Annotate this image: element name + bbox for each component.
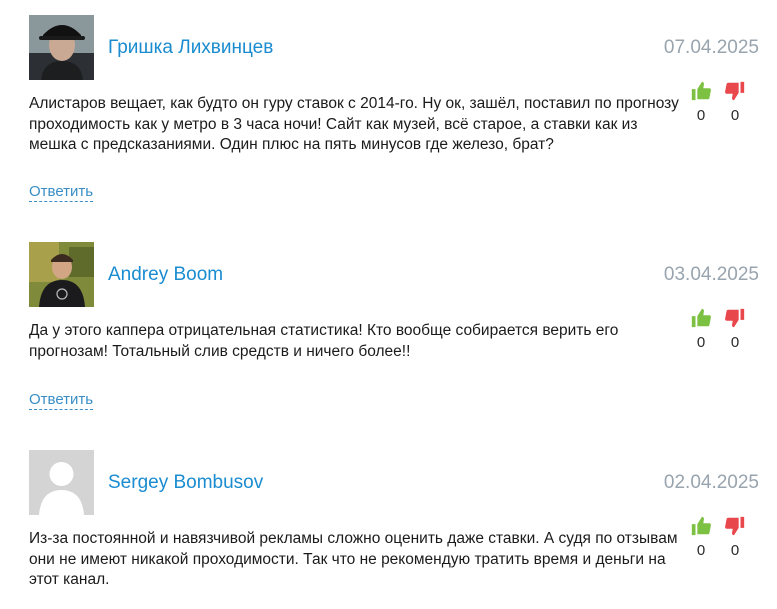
- vote-panel: 0 0: [688, 80, 752, 130]
- dislike-count: 0: [730, 107, 740, 124]
- user-avatar: [29, 242, 94, 307]
- like-count: 0: [696, 334, 706, 351]
- thumbs-up-icon[interactable]: [690, 515, 712, 537]
- comment-author[interactable]: Andrey Boom: [108, 264, 223, 286]
- user-avatar: [29, 15, 94, 80]
- like-vote[interactable]: 0: [688, 515, 714, 559]
- comment-text: Да у этого каппера отрицательная статист…: [29, 322, 619, 360]
- thumbs-up-icon[interactable]: [690, 80, 712, 102]
- comment-date: 07.04.2025: [663, 37, 759, 58]
- user-avatar: [29, 450, 94, 515]
- dislike-count: 0: [730, 542, 740, 559]
- dislike-vote[interactable]: 0: [722, 307, 748, 351]
- reply-link[interactable]: Ответить: [29, 183, 94, 202]
- vote-panel: 0 0: [688, 515, 752, 565]
- thumbs-down-icon[interactable]: [724, 515, 746, 537]
- comment-author[interactable]: Гришка Лихвинцев: [108, 37, 273, 59]
- reply-link[interactable]: Ответить: [29, 391, 94, 410]
- comment-date: 03.04.2025: [663, 264, 759, 285]
- dislike-count: 0: [730, 334, 740, 351]
- like-count: 0: [696, 107, 706, 124]
- thumbs-up-icon[interactable]: [690, 307, 712, 329]
- dislike-vote[interactable]: 0: [722, 80, 748, 124]
- comment-text: Алистаров вещает, как будто он гуру став…: [29, 95, 679, 153]
- like-count: 0: [696, 542, 706, 559]
- thumbs-down-icon[interactable]: [724, 307, 746, 329]
- comment-date: 02.04.2025: [663, 472, 759, 493]
- comment-author[interactable]: Sergey Bombusov: [108, 472, 263, 494]
- comment-text: Из-за постоянной и навязчивой рекламы сл…: [29, 530, 678, 588]
- vote-panel: 0 0: [688, 307, 752, 357]
- thumbs-down-icon[interactable]: [724, 80, 746, 102]
- dislike-vote[interactable]: 0: [722, 515, 748, 559]
- like-vote[interactable]: 0: [688, 307, 714, 351]
- like-vote[interactable]: 0: [688, 80, 714, 124]
